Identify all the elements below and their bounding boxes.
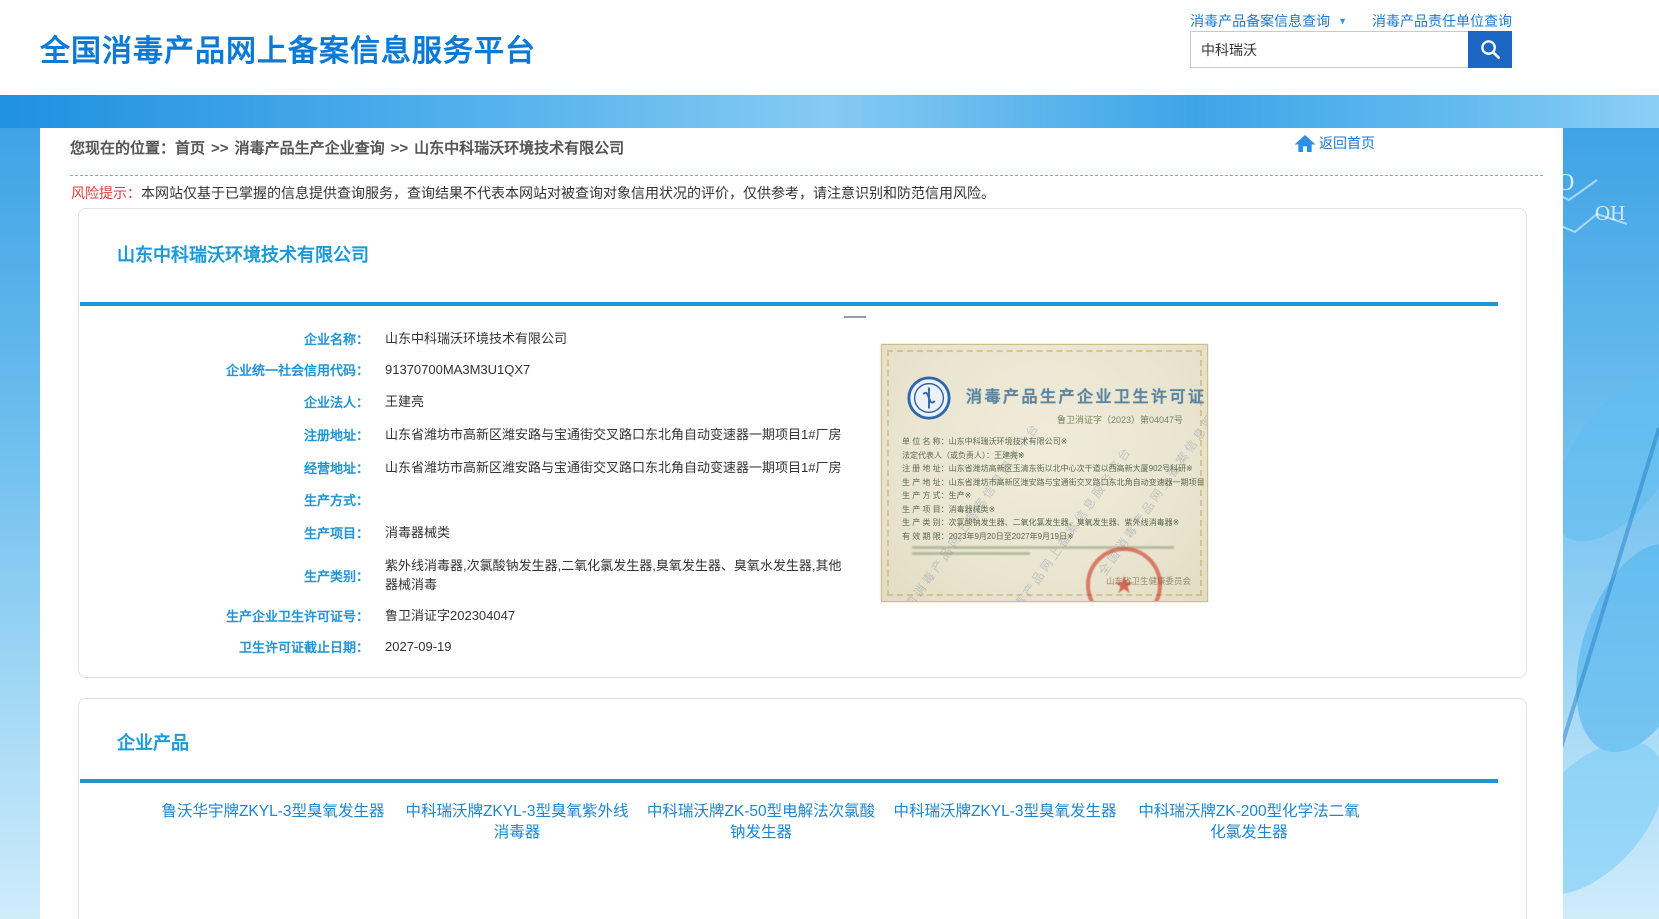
field-row-credit-code: 企业统一社会信用代码： 91370700MA3M3U1QX7 — [79, 360, 1526, 379]
field-label: 卫生许可证截止日期： — [79, 637, 369, 656]
banner-strip — [0, 95, 1659, 128]
field-row-license-expiry: 卫生许可证截止日期： 2027-09-19 — [79, 637, 1526, 656]
back-home-label: 返回首页 — [1319, 133, 1375, 153]
card-title-divider — [80, 302, 1498, 306]
field-value: 紫外线消毒器,次氯酸钠发生器,二氧化氯发生器,臭氧发生器、臭氧水发生器,其他器械… — [385, 556, 847, 594]
field-row-company-name: 企业名称： 山东中科瑞沃环境技术有限公司 — [79, 329, 1526, 348]
product-link[interactable]: 中科瑞沃牌ZK-200型化学法二氧化氯发生器 — [1131, 801, 1367, 843]
field-label: 企业名称： — [79, 329, 369, 348]
home-icon — [1293, 134, 1317, 153]
search-bar — [1190, 31, 1512, 68]
hygiene-license-certificate-image: 全国消毒产品网上备案信息服务平台 全国消毒产品网上备案信息服务平台 全国消毒产品… — [881, 344, 1208, 602]
field-value: 王建亮 — [385, 392, 847, 411]
field-label: 注册地址： — [79, 425, 369, 444]
certificate-line: 注 册 地 址：山东省潍坊高新区玉清东街以北中心次干道以西高新大厦902号科研※ — [902, 462, 1204, 476]
product-link[interactable]: 中科瑞沃牌ZKYL-3型臭氧发生器 — [887, 801, 1123, 843]
products-section-title: 企业产品 — [117, 729, 189, 755]
search-icon — [1479, 38, 1502, 61]
nav-record-info-query-link[interactable]: 消毒产品备案信息查询 — [1190, 11, 1330, 31]
field-value: 山东省潍坊市高新区潍安路与宝通街交叉路口东北角自动变速器一期项目1#厂房 — [385, 425, 847, 444]
risk-notice: 风险提示：本网站仅基于已掌握的信息提供查询服务，查询结果不代表本网站对被查询对象… — [71, 183, 995, 203]
field-row-registered-address: 注册地址： 山东省潍坊市高新区潍安路与宝通街交叉路口东北角自动变速器一期项目1#… — [79, 425, 1526, 444]
company-name-title: 山东中科瑞沃环境技术有限公司 — [117, 241, 369, 267]
top-nav: 消毒产品备案信息查询 ▼ 消毒产品责任单位查询 — [1190, 11, 1512, 31]
field-row-business-address: 经营地址： 山东省潍坊市高新区潍安路与宝通街交叉路口东北角自动变速器一期项目1#… — [79, 458, 1526, 477]
breadcrumb-home-link[interactable]: 首页 — [175, 140, 205, 157]
field-label: 企业法人： — [79, 392, 369, 411]
search-input[interactable] — [1190, 31, 1468, 68]
field-value: 山东省潍坊市高新区潍安路与宝通街交叉路口东北角自动变速器一期项目1#厂房 — [385, 458, 847, 477]
product-link[interactable]: 中科瑞沃牌ZK-50型电解法次氯酸钠发生器 — [643, 801, 879, 843]
field-value — [385, 490, 847, 509]
certificate-line: 生 产 类 别：次氯酸钠发生器、二氧化氯发生器、臭氧发生器、紫外线消毒器※ — [902, 516, 1204, 530]
page: O OH 全国消毒产品网上备案信息服务平台 消毒产品备案信息查询 ▼ 消毒产品责… — [0, 0, 1659, 919]
breadcrumb: 您现在的位置：首页>>消毒产品生产企业查询>>山东中科瑞沃环境技术有限公司 — [70, 137, 624, 158]
back-home-link[interactable]: 返回首页 — [1293, 133, 1375, 153]
field-value: 91370700MA3M3U1QX7 — [385, 360, 847, 379]
field-row-production-method: 生产方式： — [79, 490, 1526, 509]
risk-label: 风险提示： — [71, 185, 141, 201]
field-label: 企业统一社会信用代码： — [79, 360, 369, 379]
field-label: 生产企业卫生许可证号： — [79, 606, 369, 625]
field-row-legal-person: 企业法人： 王建亮 — [79, 392, 1526, 411]
company-info-card: 山东中科瑞沃环境技术有限公司 企业名称： 山东中科瑞沃环境技术有限公司 企业统一… — [78, 208, 1527, 678]
field-row-production-category: 生产类别： 紫外线消毒器,次氯酸钠发生器,二氧化氯发生器,臭氧发生器、臭氧水发生… — [79, 556, 1526, 594]
chevron-down-icon: ▼ — [1338, 16, 1347, 26]
health-emblem-icon — [906, 375, 952, 426]
field-label: 生产项目： — [79, 523, 369, 542]
certificate-line: 法定代表人（或负责人）：王建亮※ — [902, 449, 1204, 463]
nav-responsible-unit-query-link[interactable]: 消毒产品责任单位查询 — [1372, 11, 1512, 31]
risk-text: 本网站仅基于已掌握的信息提供查询服务，查询结果不代表本网站对被查询对象信用状况的… — [141, 185, 995, 201]
breadcrumb-current: 山东中科瑞沃环境技术有限公司 — [414, 140, 624, 157]
certificate-fine-print — [912, 552, 1030, 555]
breadcrumb-separator: >> — [385, 140, 415, 157]
card-title-divider — [80, 779, 1498, 783]
company-products-card: 企业产品 鲁沃华宇牌ZKYL-3型臭氧发生器 中科瑞沃牌ZKYL-3型臭氧紫外线… — [78, 698, 1527, 919]
certificate-title: 消毒产品生产企业卫生许可证 — [966, 383, 1207, 407]
dashed-divider — [70, 175, 1543, 176]
certificate-line: 生 产 项 目：消毒器械类※ — [902, 503, 1204, 517]
field-value: 2027-09-19 — [385, 637, 847, 656]
certificate-line: 生 产 地 址：山东省潍坊市高新区潍安路与宝通街交叉路口东北角自动变速器一期项目… — [902, 476, 1204, 490]
field-label: 经营地址： — [79, 458, 369, 477]
certificate-line: 生 产 方 式：生产※ — [902, 489, 1204, 503]
breadcrumb-separator: >> — [205, 140, 235, 157]
field-label: 生产方式： — [79, 490, 369, 509]
field-label: 生产类别： — [79, 566, 369, 585]
field-row-hygiene-license-no: 生产企业卫生许可证号： 鲁卫消证字202304047 — [79, 606, 1526, 625]
product-link[interactable]: 鲁沃华宇牌ZKYL-3型臭氧发生器 — [155, 801, 391, 843]
certificate-body: 单 位 名 称：山东中科瑞沃环境技术有限公司※ 法定代表人（或负责人）：王建亮※… — [902, 435, 1204, 543]
product-list: 鲁沃华宇牌ZKYL-3型臭氧发生器 中科瑞沃牌ZKYL-3型臭氧紫外线消毒器 中… — [79, 801, 1526, 861]
field-value: 山东中科瑞沃环境技术有限公司 — [385, 329, 847, 348]
main-content: 您现在的位置：首页>>消毒产品生产企业查询>>山东中科瑞沃环境技术有限公司 返回… — [40, 128, 1563, 919]
certificate-number: 鲁卫消证字（2023）第04047号 — [1057, 413, 1183, 426]
scan-artifact-dash — [844, 316, 866, 318]
site-title: 全国消毒产品网上备案信息服务平台 — [40, 26, 536, 70]
product-link[interactable]: 中科瑞沃牌ZKYL-3型臭氧紫外线消毒器 — [399, 801, 635, 843]
breadcrumb-enterprise-query-link[interactable]: 消毒产品生产企业查询 — [235, 140, 385, 157]
search-button[interactable] — [1468, 31, 1512, 68]
field-value: 消毒器械类 — [385, 523, 847, 542]
field-row-production-project: 生产项目： 消毒器械类 — [79, 523, 1526, 542]
breadcrumb-prefix: 您现在的位置： — [70, 140, 175, 157]
red-official-seal: ★ — [1086, 547, 1162, 602]
field-value: 鲁卫消证字202304047 — [385, 606, 847, 625]
svg-text:OH: OH — [1595, 201, 1625, 225]
certificate-line: 单 位 名 称：山东中科瑞沃环境技术有限公司※ — [902, 435, 1204, 449]
certificate-line: 有 效 期 限：2023年9月20日至2027年9月19日※ — [902, 530, 1204, 544]
site-header: 全国消毒产品网上备案信息服务平台 消毒产品备案信息查询 ▼ 消毒产品责任单位查询 — [0, 0, 1659, 95]
